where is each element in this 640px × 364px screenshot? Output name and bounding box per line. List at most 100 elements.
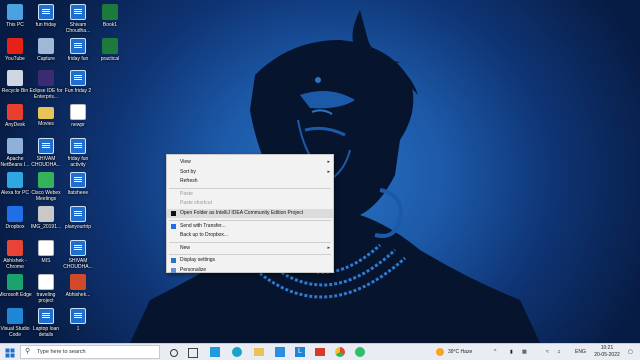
desktop-icon[interactable]: 1 bbox=[61, 308, 95, 332]
desktop-icon[interactable]: Microsoft Edge bbox=[0, 274, 32, 298]
context-menu-item-refresh[interactable]: Refresh bbox=[167, 177, 333, 186]
task-view-icon[interactable] bbox=[170, 346, 179, 358]
system-tray-expand-icon[interactable]: ^ bbox=[494, 346, 496, 358]
context-menu-item-view[interactable]: View ▸ bbox=[167, 158, 333, 167]
volume-icon[interactable]: ♫ bbox=[557, 346, 561, 358]
file-explorer-icon[interactable] bbox=[254, 346, 264, 358]
clock-time: 10:21 bbox=[600, 345, 614, 351]
desktop-icon[interactable]: Dropbox bbox=[0, 206, 32, 230]
personalize-icon bbox=[171, 268, 176, 273]
clock[interactable]: 10:21 20-05-2022 bbox=[592, 345, 622, 359]
wifi-icon[interactable]: ≈ bbox=[546, 346, 549, 358]
desktop-icon[interactable]: IMG_20191... bbox=[29, 206, 63, 230]
desktop-icon[interactable]: Cisco Webex Meetings bbox=[29, 172, 63, 202]
desktop-icon-label: practical bbox=[100, 56, 120, 62]
menu-item-label: Send with Transfer... bbox=[180, 222, 226, 229]
desktop[interactable]: This PC fun friday Shivam Choudha... Book1 Y… bbox=[0, 0, 640, 343]
desktop-icon[interactable]: MIS bbox=[29, 240, 63, 264]
desktop-icon[interactable]: Book1 bbox=[93, 4, 127, 28]
desktop-icon-label: MIS bbox=[41, 258, 51, 264]
desktop-icon[interactable]: Alexa for PC bbox=[0, 172, 32, 196]
image-file-icon bbox=[38, 38, 54, 54]
desktop-icon[interactable]: This PC bbox=[0, 4, 32, 28]
desktop-icon-label: Abhishek... bbox=[65, 292, 91, 298]
context-menu-item-new[interactable]: New ▸ bbox=[167, 244, 333, 253]
desktop-icon[interactable]: ltatsheee bbox=[61, 172, 95, 196]
notifications-icon[interactable]: ▢ bbox=[628, 346, 633, 358]
desktop-icon[interactable]: YouTube bbox=[0, 38, 32, 62]
image-file-icon bbox=[38, 206, 54, 222]
desktop-icon[interactable]: Abhishek - Chrome bbox=[0, 240, 32, 270]
store-icon[interactable] bbox=[275, 346, 285, 358]
context-menu-item-back-up-to-dropbox[interactable]: Back up to Dropbox... bbox=[167, 231, 333, 240]
context-menu-item-paste-shortcut[interactable]: Paste shortcut bbox=[167, 199, 333, 208]
start-button[interactable] bbox=[4, 346, 16, 358]
weather-text[interactable]: 39°C Haze bbox=[448, 346, 472, 358]
recycle-bin-icon bbox=[7, 70, 23, 86]
context-menu-item-display-settings[interactable]: Display settings bbox=[167, 256, 333, 265]
desktop-icon-label: Laptop loan details bbox=[32, 326, 60, 338]
windows-logo-icon bbox=[5, 348, 15, 358]
desktop-icon[interactable]: AnyDesk bbox=[0, 104, 32, 128]
desktop-icon-label: SHIVAM CHOUDHA... bbox=[31, 156, 61, 168]
taskbar-search-box[interactable]: ⚲ Type here to search bbox=[20, 345, 160, 359]
document-icon bbox=[70, 138, 86, 154]
desktop-icon[interactable]: traveling project bbox=[29, 274, 63, 304]
desktop-icon[interactable]: planyourtrip bbox=[61, 206, 95, 230]
desktop-icon[interactable]: SHIVAM CHOUDHA... bbox=[61, 240, 95, 270]
desktop-icon[interactable]: Recycle Bin bbox=[0, 70, 32, 94]
context-menu-item-send-with-transfer[interactable]: Send with Transfer... bbox=[167, 222, 333, 231]
language-indicator[interactable]: ENG bbox=[575, 346, 586, 358]
desktop-icon[interactable]: Shivam Choudha... bbox=[61, 4, 95, 34]
document-icon bbox=[38, 308, 54, 324]
edge-browser-icon[interactable] bbox=[232, 346, 242, 358]
tray-app-icon[interactable]: ▩ bbox=[522, 346, 527, 358]
desktop-icon[interactable]: practical bbox=[93, 38, 127, 62]
desktop-icon[interactable]: Visual Studio Code bbox=[0, 308, 32, 338]
widgets-icon[interactable] bbox=[188, 346, 198, 358]
chrome-icon[interactable] bbox=[335, 346, 345, 358]
menu-item-label: Back up to Dropbox... bbox=[180, 232, 229, 239]
desktop-icon[interactable]: Fun friday 2 bbox=[61, 70, 95, 94]
desktop-icon[interactable]: Abhishek... bbox=[61, 274, 95, 298]
cisco-webex-icon[interactable] bbox=[355, 346, 365, 358]
desktop-icon[interactable]: Capture bbox=[29, 38, 63, 62]
app-icon bbox=[38, 70, 54, 86]
desktop-icon[interactable]: friday fun bbox=[61, 38, 95, 62]
document-icon bbox=[70, 70, 86, 86]
desktop-icon[interactable]: newpr bbox=[61, 104, 95, 128]
dropbox-icon bbox=[171, 223, 176, 229]
desktop-icon-label: Alexa for PC bbox=[0, 190, 30, 196]
context-menu-item-paste[interactable]: Paste bbox=[167, 190, 333, 199]
context-menu-item-sort-by[interactable]: Sort by ▸ bbox=[167, 168, 333, 177]
spreadsheet-icon bbox=[102, 38, 118, 54]
taskbar-app-l-icon[interactable]: L bbox=[295, 346, 305, 358]
desktop-icon-label: SHIVAM CHOUDHA... bbox=[63, 258, 93, 270]
network-icon[interactable]: ▮ bbox=[510, 346, 513, 358]
taskbar-app-1-icon[interactable] bbox=[210, 346, 220, 358]
desktop-icon[interactable]: Apache NetBeans I... bbox=[0, 138, 32, 168]
mail-icon[interactable] bbox=[315, 346, 325, 358]
menu-item-label: Paste shortcut bbox=[180, 200, 212, 207]
desktop-icon-label: Visual Studio Code bbox=[0, 326, 30, 338]
desktop-icon[interactable]: Eclipse IDE for Enterpris... bbox=[29, 70, 63, 100]
desktop-icon[interactable]: Laptop loan details bbox=[29, 308, 63, 338]
weather-sun-icon bbox=[436, 346, 446, 358]
blank-file-icon bbox=[38, 240, 54, 256]
context-menu-item-open-folder-as-intellij-idea-community-edition-project[interactable]: Open Folder as IntelliJ IDEA Community E… bbox=[167, 209, 333, 218]
desktop-icon-label: traveling project bbox=[36, 292, 56, 304]
document-icon bbox=[70, 206, 86, 222]
menu-separator bbox=[169, 241, 331, 243]
desktop-icon[interactable]: friday fun activity bbox=[61, 138, 95, 168]
menu-item-label: Paste bbox=[180, 190, 193, 197]
context-menu-item-personalize[interactable]: Personalize bbox=[167, 266, 333, 275]
desktop-icon[interactable]: SHIVAM CHOUDHA... bbox=[29, 138, 63, 168]
menu-item-label: Display settings bbox=[180, 257, 216, 264]
app-icon bbox=[7, 206, 23, 222]
desktop-icon-label: ltatsheee bbox=[67, 190, 89, 196]
desktop-icon[interactable]: Movies bbox=[29, 104, 63, 127]
app-icon bbox=[7, 38, 23, 54]
desktop-icon-label: Apache NetBeans I... bbox=[0, 156, 30, 168]
blank-file-icon bbox=[70, 104, 86, 120]
desktop-icon[interactable]: fun friday bbox=[29, 4, 63, 28]
